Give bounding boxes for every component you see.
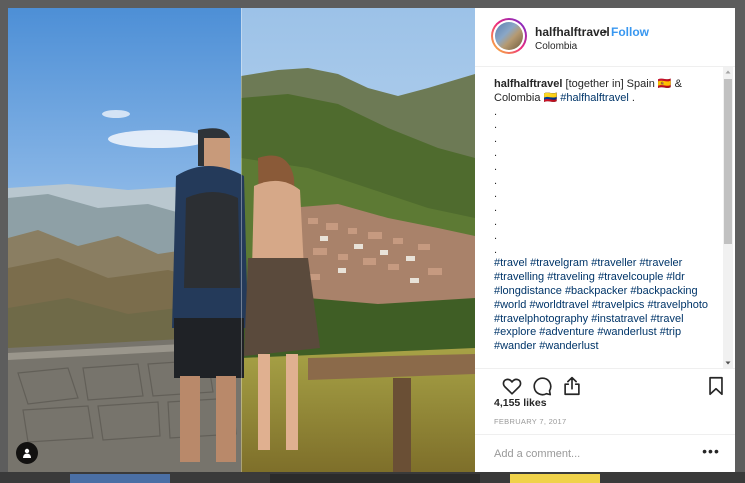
backdrop-feed-strip xyxy=(0,472,745,483)
post-side-panel: halfhalftravel • Follow Colombia halfhal… xyxy=(475,8,735,472)
separator-dot: • xyxy=(603,25,608,39)
caption-dot-line: . xyxy=(494,188,498,201)
post-caption: halfhalftravel [together in] Spain 🇪🇸 & … xyxy=(494,78,716,354)
follow-button[interactable]: Follow xyxy=(611,25,649,39)
caption-dot-line: . xyxy=(494,202,498,215)
username-link[interactable]: halfhalftravel xyxy=(535,25,610,39)
share-icon[interactable] xyxy=(561,375,583,397)
caption-dot-line: . xyxy=(494,133,498,146)
post-photo[interactable] xyxy=(8,8,475,472)
caption-dot-line: . xyxy=(494,174,498,187)
caption-dot-line: . xyxy=(494,243,498,256)
comment-icon[interactable] xyxy=(531,375,553,397)
user-tag-button[interactable] xyxy=(16,442,38,464)
scroll-up-arrow-icon[interactable] xyxy=(723,67,733,77)
caption-dot-line: . xyxy=(494,160,498,173)
comment-input[interactable] xyxy=(494,446,684,462)
comments-scroll-area[interactable]: halfhalftravel [together in] Spain 🇪🇸 & … xyxy=(475,67,735,368)
scroll-down-arrow-icon[interactable] xyxy=(723,358,733,368)
caption-dot-lines: . . . . . . . . . . . xyxy=(494,106,716,258)
caption-end: . xyxy=(628,91,635,104)
caption-hashtags: #travel #travelgram #traveller #traveler… xyxy=(494,257,716,354)
bookmark-icon[interactable] xyxy=(705,375,727,397)
caption-dot-line: . xyxy=(494,105,498,118)
caption-dot-line: . xyxy=(494,146,498,159)
split-travel-photo xyxy=(8,8,475,472)
post-date[interactable]: FEBRUARY 7, 2017 xyxy=(494,417,566,426)
hashtag-links[interactable]: #travel #travelgram #traveller #traveler… xyxy=(494,257,708,352)
user-icon xyxy=(23,448,31,458)
likes-count[interactable]: 4,155 likes xyxy=(494,397,547,409)
caption-dot-line: . xyxy=(494,119,498,132)
post-actions-bar xyxy=(475,368,735,399)
caption-dot-line: . xyxy=(494,215,498,228)
caption-dot-line: . xyxy=(494,229,498,242)
avatar[interactable] xyxy=(491,18,527,54)
caption-username[interactable]: halfhalftravel xyxy=(494,78,562,90)
caption-hashtag-link[interactable]: #halfhalftravel xyxy=(560,92,629,104)
more-options-button[interactable]: ••• xyxy=(701,444,721,461)
comment-bar: ••• xyxy=(475,434,735,472)
post-header: halfhalftravel • Follow Colombia xyxy=(475,8,735,67)
heart-icon[interactable] xyxy=(501,375,523,397)
comments-scrollbar[interactable] xyxy=(723,67,733,368)
location-link[interactable]: Colombia xyxy=(535,41,577,52)
scrollbar-thumb[interactable] xyxy=(724,79,732,244)
post-modal: halfhalftravel • Follow Colombia halfhal… xyxy=(8,8,735,472)
